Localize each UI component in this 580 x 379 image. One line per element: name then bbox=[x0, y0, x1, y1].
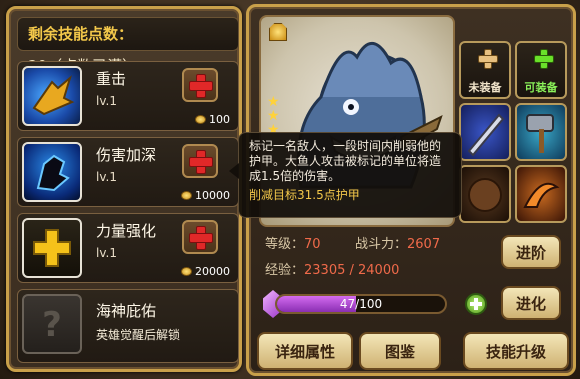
skill-name: 伤害加深 bbox=[96, 146, 157, 164]
plus-icon bbox=[189, 150, 213, 174]
equip-slot-charm[interactable] bbox=[515, 165, 567, 223]
cost-value: 20000 bbox=[195, 265, 230, 278]
level-stat: 等级：70 bbox=[265, 233, 321, 252]
skill-name: 海神庇佑 bbox=[96, 302, 157, 320]
upgrade-cost: 10000 bbox=[181, 189, 230, 202]
add-icon bbox=[478, 49, 498, 69]
hero-stats: 等级：70 战斗力：2607 经验：23305 / 24000 bbox=[259, 229, 485, 278]
tooltip-effect: 削减目标31.5点护甲 bbox=[249, 188, 360, 202]
cost-value: 100 bbox=[209, 113, 230, 126]
equip-slot-sword[interactable] bbox=[459, 103, 511, 161]
star-rating-icon: ★ ★ ★ bbox=[267, 94, 280, 138]
skill-panel: 剩余技能点数：20（点数已满） 重击 lv.1 100 bbox=[6, 6, 242, 372]
add-icon bbox=[534, 49, 554, 69]
tooltip-description: 标记一名敌人，一段时间内削弱他的护甲。大鱼人攻击被标记的单位将造成1.5倍的伤害… bbox=[249, 139, 442, 183]
skill-level: lv.1 bbox=[96, 170, 117, 184]
equip-slot-available[interactable]: 可装备 bbox=[515, 41, 567, 99]
gold-coin-icon bbox=[181, 191, 192, 200]
upgrade-strength-boost-button[interactable] bbox=[182, 220, 218, 254]
exp-value: 23305 / 24000 bbox=[304, 263, 400, 278]
add-material-button[interactable] bbox=[465, 293, 487, 315]
strength-boost-icon[interactable] bbox=[22, 218, 82, 278]
evolve-button[interactable]: 进化 bbox=[501, 286, 561, 320]
equip-label: 可装备 bbox=[524, 81, 558, 94]
svg-text:?: ? bbox=[42, 305, 62, 345]
upgrade-heavy-strike-button[interactable] bbox=[182, 68, 218, 102]
equip-slot-empty[interactable]: 未装备 bbox=[459, 41, 511, 99]
plus-icon bbox=[189, 226, 213, 250]
skill-tooltip: 标记一名敌人，一段时间内削弱他的护甲。大鱼人攻击被标记的单位将造成1.5倍的伤害… bbox=[229, 132, 462, 218]
equip-slot-shield[interactable] bbox=[459, 165, 511, 223]
upgrade-damage-amplify-button[interactable] bbox=[182, 144, 218, 178]
atlas-button[interactable]: 图鉴 bbox=[359, 332, 441, 370]
skill-row-sea-god-blessing: ? 海神庇佑 英雄觉醒后解锁 bbox=[17, 289, 239, 363]
upgrade-cost: 100 bbox=[195, 113, 230, 126]
exp-stat: 经验：23305 / 24000 bbox=[265, 259, 399, 278]
skill-name: 重击 bbox=[96, 70, 127, 88]
gold-coin-icon bbox=[181, 267, 192, 276]
gold-coin-icon bbox=[195, 115, 206, 124]
skill-name: 力量强化 bbox=[96, 222, 157, 240]
skill-upgrade-button[interactable]: 技能升级 bbox=[463, 332, 569, 370]
power-label: 战斗力： bbox=[355, 237, 408, 252]
equip-slot-hammer[interactable] bbox=[515, 103, 567, 161]
unlock-condition: 英雄觉醒后解锁 bbox=[96, 328, 181, 342]
cost-value: 10000 bbox=[195, 189, 230, 202]
equip-label: 未装备 bbox=[468, 81, 502, 94]
skill-points-label: 剩余技能点数： bbox=[28, 25, 134, 43]
skill-row-heavy-strike: 重击 lv.1 100 bbox=[17, 61, 239, 131]
upgrade-cost: 20000 bbox=[181, 265, 230, 278]
skill-points-display: 剩余技能点数：20（点数已满） bbox=[17, 17, 239, 75]
details-button[interactable]: 详细属性 bbox=[257, 332, 353, 370]
progress-text: 47/100 bbox=[339, 297, 383, 311]
heavy-strike-icon[interactable] bbox=[22, 66, 82, 126]
skill-row-damage-amplify: 伤害加深 lv.1 10000 bbox=[17, 137, 239, 207]
skill-row-strength-boost: 力量强化 lv.1 20000 bbox=[17, 213, 239, 283]
exp-label: 经验： bbox=[265, 263, 305, 278]
game-screen: 剩余技能点数：20（点数已满） 重击 lv.1 100 bbox=[0, 0, 580, 379]
advance-button[interactable]: 进阶 bbox=[501, 235, 561, 269]
level-label: 等级： bbox=[265, 237, 305, 252]
plus-icon bbox=[189, 74, 213, 98]
damage-amplify-icon[interactable] bbox=[22, 142, 82, 202]
skill-level: lv.1 bbox=[96, 94, 117, 108]
level-value: 70 bbox=[304, 237, 321, 252]
armor-rank-icon bbox=[269, 23, 287, 41]
power-stat: 战斗力：2607 bbox=[355, 233, 440, 252]
power-value: 2607 bbox=[407, 237, 441, 252]
locked-skill-icon: ? bbox=[22, 294, 82, 354]
skill-level: lv.1 bbox=[96, 246, 117, 260]
